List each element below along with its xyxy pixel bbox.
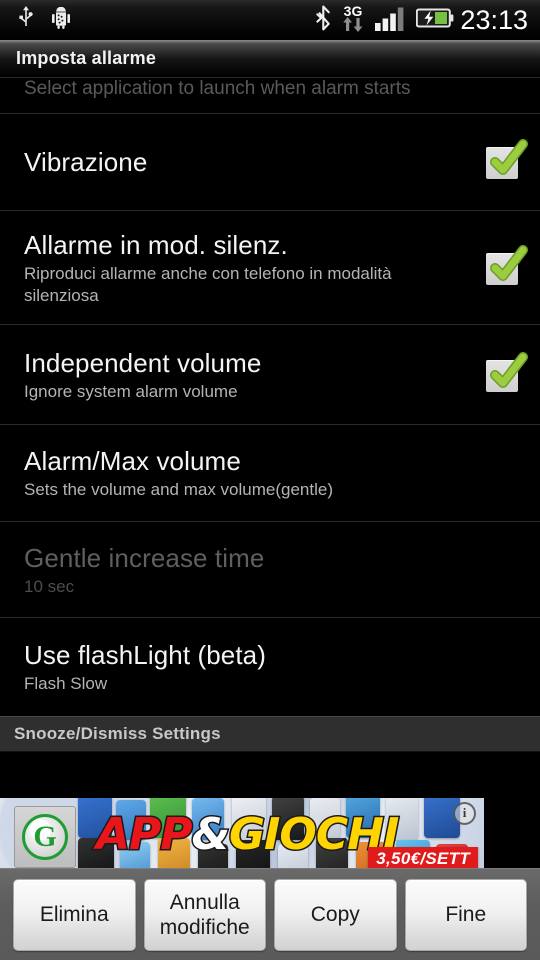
- fine-button[interactable]: Fine: [404, 878, 527, 951]
- list-item-use-flashlight-beta[interactable]: Use flashLight (beta) Flash Slow: [0, 618, 540, 716]
- list-item-summary: Ignore system alarm volume: [24, 381, 238, 401]
- checkbox-independent-volume[interactable]: [486, 351, 528, 392]
- 3g-data-icon: 3G: [340, 3, 366, 38]
- section-header-snooze-dismiss: Snooze/Dismiss Settings: [0, 716, 540, 752]
- list-item-allarme-in-mod-silenz[interactable]: Allarme in mod. silenz. Riproduci allarm…: [0, 211, 540, 325]
- svg-text:3G: 3G: [344, 3, 363, 19]
- elimina-button-label: Elimina: [39, 903, 109, 926]
- list-item-title: Allarme in mod. silenz.: [24, 229, 288, 260]
- checkbox-allarme-in-mod-silenz[interactable]: [486, 244, 528, 285]
- list-item-summary: Select application to launch when alarm …: [24, 78, 411, 99]
- check-icon: [490, 351, 528, 388]
- ad-logo-letter: G: [33, 820, 57, 853]
- preference-list[interactable]: Select application to launch when alarm …: [0, 77, 540, 752]
- row-texts: Allarme in mod. silenz. Riproduci allarm…: [24, 229, 466, 307]
- list-item-alarm-max-volume[interactable]: Alarm/Max volume Sets the volume and max…: [0, 425, 540, 522]
- usb-icon: [18, 5, 34, 35]
- row-texts: Gentle increase time 10 sec: [24, 542, 540, 598]
- list-item-title: Independent volume: [24, 347, 262, 378]
- elimina-button[interactable]: Elimina: [13, 878, 136, 951]
- list-item-summary: Flash Slow: [24, 674, 108, 693]
- bottom-button-bar: Elimina Annulla modifiche Copy Fine: [0, 868, 540, 960]
- bluetooth-icon: [316, 5, 331, 36]
- list-item-independent-volume[interactable]: Independent volume Ignore system alarm v…: [0, 325, 540, 425]
- title-bar: Imposta allarme: [0, 40, 540, 77]
- checkbox-wrap-allarme-in-mod-silenz[interactable]: [466, 244, 540, 285]
- row-texts: Use flashLight (beta) Flash Slow: [24, 639, 540, 695]
- page-title: Imposta allarme: [16, 48, 157, 68]
- annulla-modifiche-button-label-line2: modifiche: [159, 915, 250, 939]
- ad-banner[interactable]: G APP&GIOCHI 3,50€/SETT i: [0, 798, 484, 874]
- signal-bars-icon: [375, 5, 407, 36]
- status-bar-clock: 23:13: [460, 4, 528, 35]
- check-icon: [490, 139, 528, 175]
- ad-advertiser-logo: G: [14, 806, 76, 868]
- android-debug-icon: [52, 6, 70, 34]
- list-item-partial-launch-app[interactable]: Select application to launch when alarm …: [0, 77, 540, 114]
- list-item-gentle-increase-time[interactable]: Gentle increase time 10 sec: [0, 522, 540, 618]
- ad-headline-part1: APP: [95, 808, 195, 861]
- checkbox-vibrazione[interactable]: [486, 139, 528, 179]
- status-bar-right-icons: 3G: [316, 3, 454, 38]
- fine-button-label: Fine: [445, 903, 487, 926]
- list-item-vibrazione[interactable]: Vibrazione: [0, 114, 540, 211]
- ad-headline: APP&GIOCHI: [95, 808, 401, 861]
- check-icon: [490, 244, 528, 281]
- status-bar: 3G 23:13: [0, 0, 540, 40]
- annulla-modifiche-button-label-line1: Annulla: [169, 890, 240, 914]
- phone-screen: 3G 23:13 Imposta allarme Select applicat…: [0, 0, 540, 960]
- row-texts: Vibrazione: [24, 146, 466, 178]
- ad-headline-part2: &: [190, 808, 231, 861]
- section-header-label: Snooze/Dismiss Settings: [14, 724, 221, 743]
- copy-button-label: Copy: [310, 903, 360, 926]
- ad-logo-circle: G: [22, 814, 68, 860]
- copy-button[interactable]: Copy: [274, 878, 397, 951]
- status-bar-left-icons: [18, 5, 70, 35]
- list-item-summary: Sets the volume and max volume(gentle): [24, 480, 333, 499]
- ad-area: G APP&GIOCHI 3,50€/SETT i: [0, 752, 540, 874]
- list-item-summary: Riproduci allarme anche con telefono in …: [24, 263, 392, 305]
- list-item-title: Vibrazione: [24, 147, 148, 177]
- list-item-title: Alarm/Max volume: [24, 446, 241, 476]
- annulla-modifiche-button[interactable]: Annulla modifiche: [143, 878, 266, 951]
- row-texts: Select application to launch when alarm …: [24, 78, 540, 100]
- checkbox-wrap-independent-volume[interactable]: [466, 351, 540, 392]
- list-item-title: Use flashLight (beta): [24, 640, 267, 670]
- battery-charging-icon: [416, 7, 454, 34]
- list-item-title: Gentle increase time: [24, 542, 265, 573]
- row-texts: Alarm/Max volume Sets the volume and max…: [24, 445, 540, 501]
- row-texts: Independent volume Ignore system alarm v…: [24, 347, 466, 403]
- ad-info-icon[interactable]: i: [453, 802, 476, 825]
- checkbox-wrap-vibrazione[interactable]: [466, 139, 540, 179]
- list-item-summary: 10 sec: [24, 576, 75, 596]
